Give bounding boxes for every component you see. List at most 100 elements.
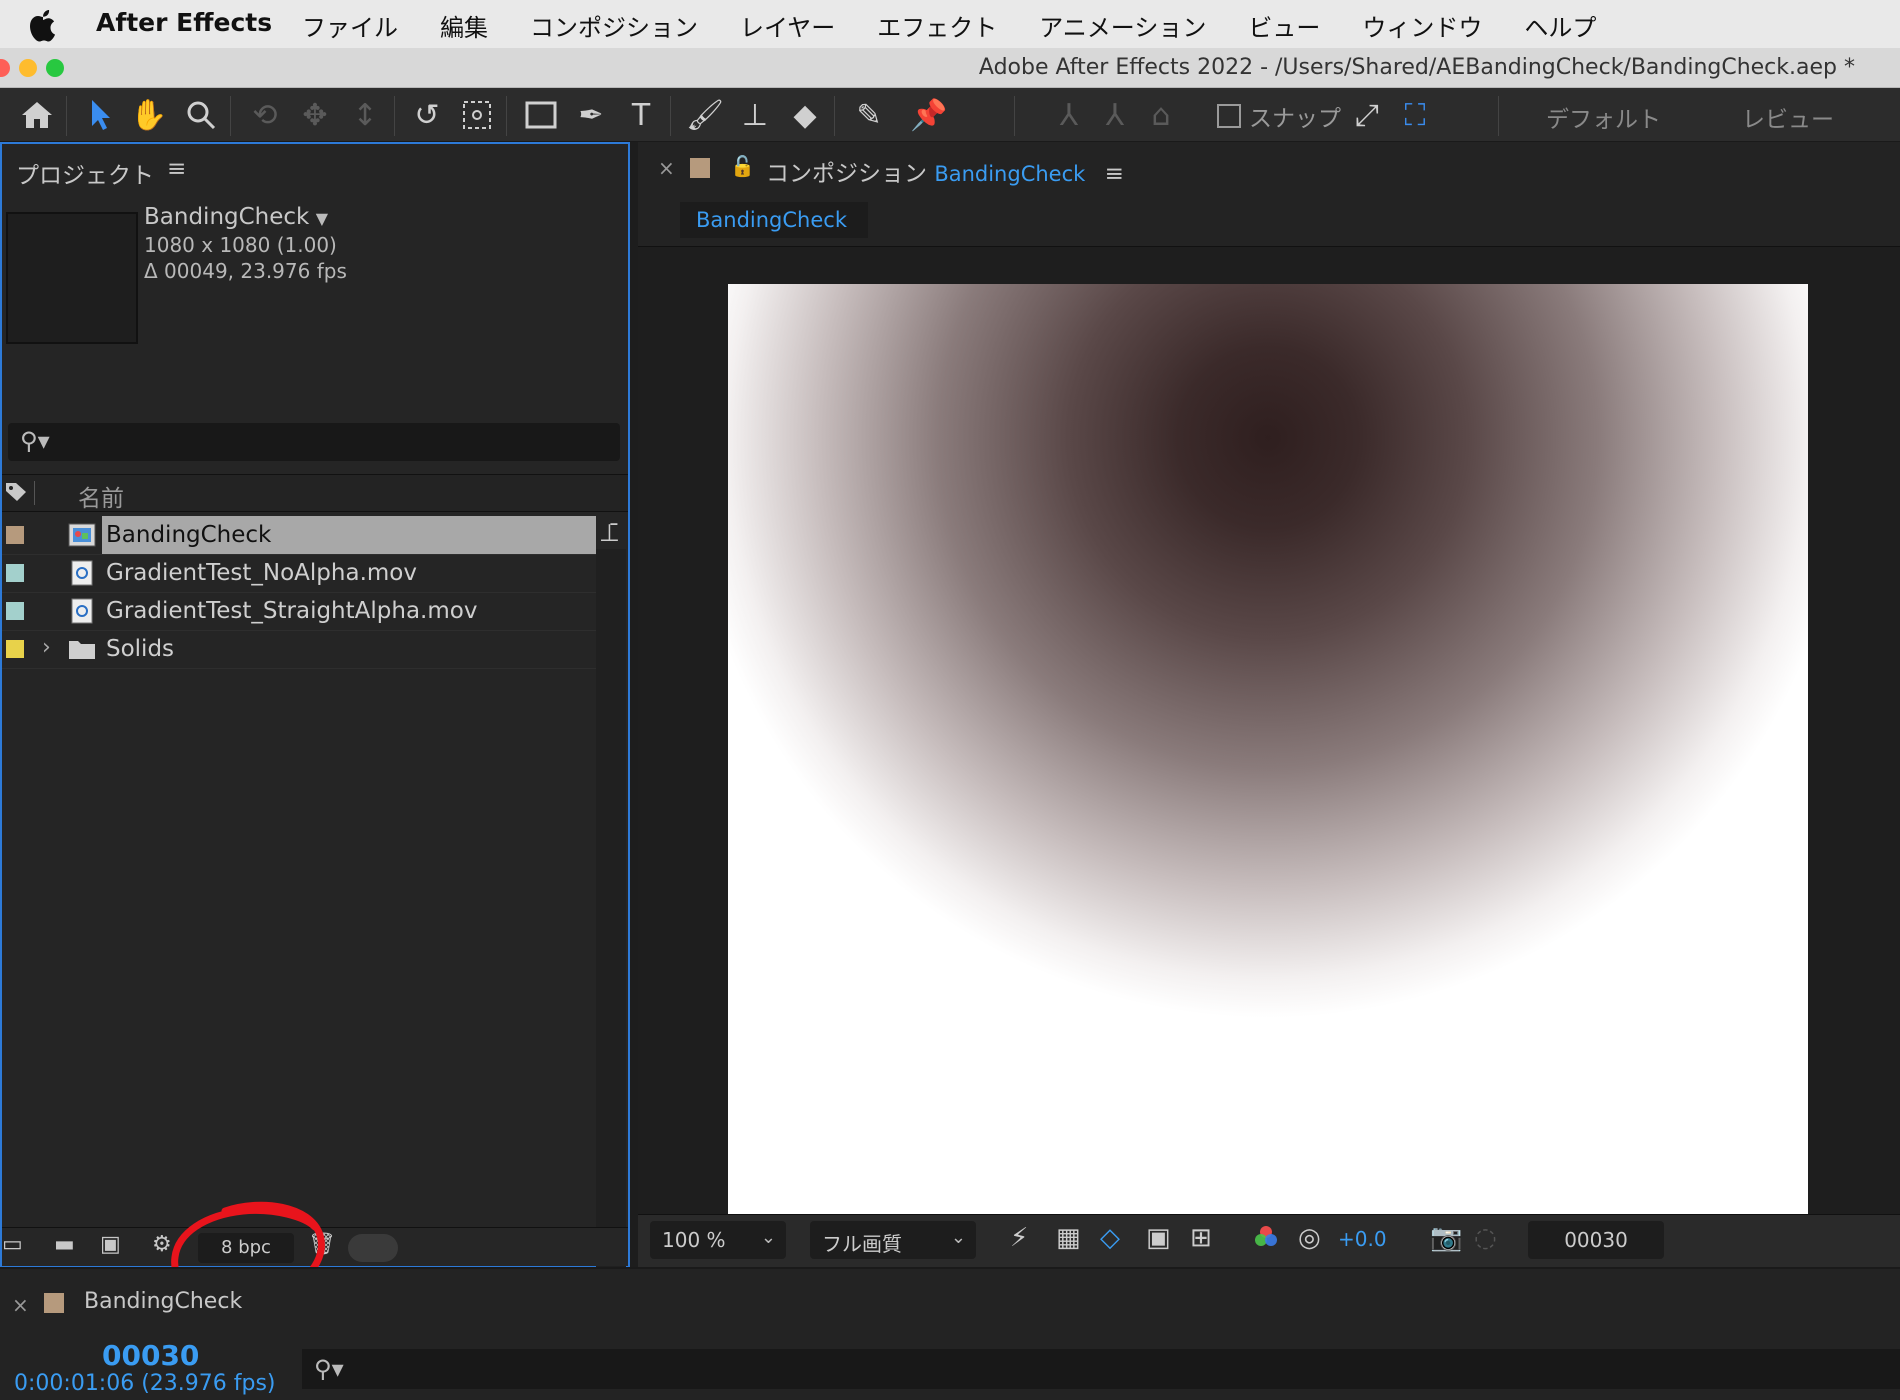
- eraser-tool-icon[interactable]: ◆: [784, 94, 826, 136]
- composition-tab[interactable]: コンポジション BandingCheck ≡: [766, 154, 1124, 188]
- timeline-tab[interactable]: BandingCheck: [84, 1289, 242, 1314]
- project-search-input[interactable]: ⚲▾: [8, 423, 620, 461]
- new-composition-icon[interactable]: ▣: [100, 1232, 121, 1257]
- zoom-tool-icon[interactable]: [180, 94, 222, 136]
- panel-zoom-slider[interactable]: [348, 1234, 398, 1262]
- snapshot-camera-icon[interactable]: 📷: [1430, 1223, 1462, 1253]
- close-icon[interactable]: ×: [12, 1293, 29, 1317]
- show-snapshot-icon[interactable]: ◌: [1474, 1223, 1497, 1253]
- fast-preview-icon[interactable]: ⚡: [1010, 1223, 1028, 1253]
- app-name-menu[interactable]: After Effects: [96, 8, 272, 37]
- close-window-button[interactable]: [0, 59, 10, 77]
- window-title: Adobe After Effects 2022 - /Users/Shared…: [978, 55, 1855, 80]
- new-folder-icon[interactable]: ▬: [54, 1232, 75, 1257]
- rectangle-tool-icon[interactable]: [520, 94, 562, 136]
- panel-menu-icon[interactable]: ≡: [1105, 161, 1124, 187]
- selection-tool-icon[interactable]: [80, 94, 122, 136]
- menu-layer[interactable]: レイヤー: [740, 8, 835, 43]
- grid-guides-icon[interactable]: ⊞: [1190, 1223, 1212, 1253]
- reset-exposure-icon[interactable]: ◎: [1298, 1223, 1321, 1253]
- snap-options-icon[interactable]: ⤢: [1346, 94, 1388, 136]
- interpret-footage-icon[interactable]: ▭: [2, 1232, 23, 1257]
- project-panel-title[interactable]: プロジェクト: [16, 156, 154, 190]
- resolution-dropdown[interactable]: フル画質 ⌄: [810, 1221, 976, 1259]
- menu-composition[interactable]: コンポジション: [530, 8, 698, 43]
- current-frame-field[interactable]: 00030: [1528, 1221, 1664, 1259]
- footage-file-icon: [71, 598, 93, 624]
- magnification-dropdown[interactable]: 100 % ⌄: [650, 1221, 786, 1259]
- dolly-camera-icon[interactable]: ↕: [344, 94, 386, 136]
- project-item-row[interactable]: GradientTest_StraightAlpha.mov: [2, 592, 596, 631]
- column-header-name[interactable]: 名前: [78, 479, 124, 513]
- roto-brush-tool-icon[interactable]: ✎: [848, 94, 890, 136]
- project-item-name[interactable]: BandingCheck: [102, 516, 596, 554]
- workspace-review[interactable]: レビュー: [1742, 100, 1834, 134]
- menu-edit[interactable]: 編集: [440, 8, 488, 43]
- label-color-swatch[interactable]: [6, 564, 24, 582]
- orbit-camera-icon[interactable]: ⟲: [244, 94, 286, 136]
- composition-icon: [68, 523, 96, 547]
- menu-window[interactable]: ウィンドウ: [1362, 8, 1482, 43]
- menu-animation[interactable]: アニメーション: [1039, 8, 1206, 43]
- snap-feature-icon[interactable]: ⛶: [1394, 94, 1436, 136]
- composition-canvas[interactable]: [728, 284, 1808, 1252]
- snap-toggle[interactable]: スナップ: [1217, 99, 1341, 133]
- label-color-swatch[interactable]: [44, 1293, 64, 1313]
- snap-checkbox[interactable]: [1217, 104, 1241, 128]
- label-color-swatch[interactable]: [6, 640, 24, 658]
- menu-help[interactable]: ヘルプ: [1524, 8, 1596, 43]
- toolbar-divider: [506, 96, 507, 136]
- project-item-row[interactable]: GradientTest_NoAlpha.mov: [2, 554, 596, 593]
- transparency-grid-icon[interactable]: ▦: [1056, 1223, 1081, 1253]
- project-item-name[interactable]: GradientTest_StraightAlpha.mov: [102, 592, 596, 630]
- project-item-row[interactable]: BandingCheck: [2, 516, 596, 555]
- quality-value: フル画質: [822, 1232, 902, 1256]
- workspace-default[interactable]: デフォルト: [1546, 100, 1661, 134]
- chevron-down-icon[interactable]: ▼: [316, 209, 328, 228]
- home-icon[interactable]: [16, 94, 58, 136]
- clone-stamp-tool-icon[interactable]: ⊥: [734, 94, 776, 136]
- minimize-window-button[interactable]: [19, 59, 37, 77]
- panel-menu-icon[interactable]: ≡: [167, 156, 186, 182]
- flowchart-icon[interactable]: ⊥̄: [599, 519, 620, 547]
- current-time-frame[interactable]: 00030: [102, 1339, 199, 1372]
- world-axis-icon[interactable]: ⅄: [1094, 94, 1136, 136]
- selected-item-name: BandingCheck: [144, 204, 310, 230]
- menu-file[interactable]: ファイル: [302, 8, 398, 43]
- label-color-swatch[interactable]: [6, 526, 24, 544]
- menu-bar: After Effects ファイル 編集 コンポジション レイヤー エフェクト…: [0, 0, 1900, 48]
- pan-behind-tool-icon[interactable]: [456, 94, 498, 136]
- lock-icon[interactable]: 🔓: [730, 154, 755, 178]
- project-column-header: 名前: [2, 474, 628, 512]
- project-item-row[interactable]: › Solids: [2, 630, 596, 669]
- project-item-name[interactable]: GradientTest_NoAlpha.mov: [102, 554, 596, 592]
- exposure-value[interactable]: +0.0: [1338, 1227, 1387, 1251]
- view-axis-icon[interactable]: ⌂: [1140, 94, 1182, 136]
- menu-view[interactable]: ビュー: [1248, 8, 1320, 43]
- region-of-interest-icon[interactable]: ▣: [1146, 1223, 1171, 1253]
- menu-items: ファイル 編集 コンポジション レイヤー エフェクト アニメーション ビュー ウ…: [302, 8, 1638, 43]
- label-tag-icon[interactable]: [4, 479, 28, 503]
- menu-effect[interactable]: エフェクト: [877, 8, 997, 43]
- pen-tool-icon[interactable]: ✒: [570, 94, 612, 136]
- label-color-swatch[interactable]: [6, 602, 24, 620]
- label-color-swatch[interactable]: [690, 158, 710, 178]
- column-divider[interactable]: [34, 481, 35, 505]
- close-icon[interactable]: ×: [658, 156, 675, 180]
- zoom-window-button[interactable]: [46, 59, 64, 77]
- mask-visibility-icon[interactable]: ◇: [1100, 1223, 1120, 1253]
- project-item-name[interactable]: Solids: [102, 630, 596, 668]
- pan-camera-icon[interactable]: ✥: [294, 94, 336, 136]
- brush-tool-icon[interactable]: 🖌: [684, 94, 726, 136]
- channel-rgb-icon[interactable]: [1252, 1223, 1280, 1258]
- timeline-search-input[interactable]: ⚲▾: [302, 1349, 1900, 1389]
- hand-tool-icon[interactable]: ✋: [128, 94, 170, 136]
- apple-icon[interactable]: [26, 6, 60, 42]
- puppet-pin-tool-icon[interactable]: 📌: [908, 94, 950, 136]
- type-tool-icon[interactable]: T: [620, 94, 662, 136]
- selected-item-dimensions: 1080 x 1080 (1.00): [144, 233, 337, 257]
- comp-breadcrumb-tab[interactable]: BandingCheck: [680, 202, 868, 238]
- rotate-tool-icon[interactable]: ↺: [406, 94, 448, 136]
- local-axis-icon[interactable]: ⅄: [1048, 94, 1090, 136]
- chevron-right-icon[interactable]: ›: [42, 635, 51, 660]
